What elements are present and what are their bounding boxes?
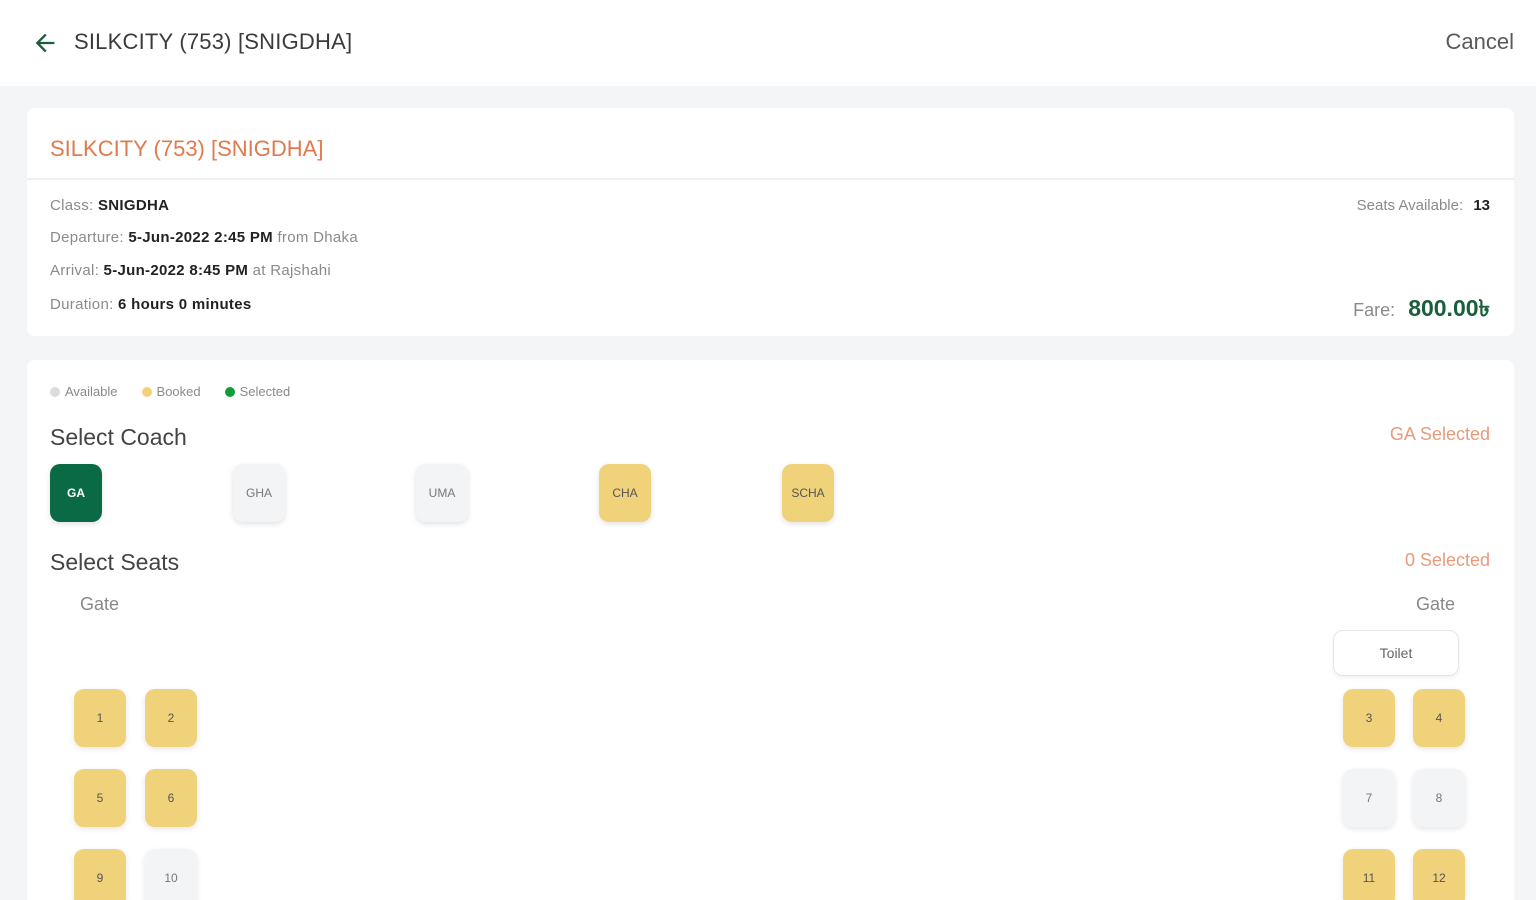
select-seats-title: Select Seats [50, 549, 180, 575]
arrival-suffix: at Rajshahi [252, 262, 332, 279]
booked-dot-icon [141, 386, 152, 397]
cancel-button[interactable]: Cancel [1446, 29, 1514, 55]
duration-row: Duration: 6 hours 0 minutes [50, 296, 252, 313]
arrival-label: Arrival: [50, 262, 100, 279]
legend-available-label: Available [65, 384, 118, 399]
class-value: SNIGDHA [97, 197, 170, 214]
seat-6[interactable]: 6 [145, 769, 197, 827]
page-title: SILKCITY (753) [SNIGDHA] [74, 29, 353, 54]
toilet-label: Toilet [1333, 630, 1459, 676]
departure-suffix: from Dhaka [277, 229, 358, 246]
class-label: Class: [50, 197, 94, 214]
duration-value: 6 hours 0 minutes [118, 296, 252, 313]
coach-selected-text: GA Selected [1389, 424, 1490, 444]
seat-3[interactable]: 3 [1343, 689, 1395, 747]
seat-12[interactable]: 12 [1413, 849, 1465, 900]
train-name: SILKCITY (753) [SNIGDHA] [27, 108, 1514, 180]
legend-available: Available [50, 384, 118, 399]
departure-value: 5-Jun-2022 2:45 PM [128, 229, 273, 246]
coach-button-gha[interactable]: GHA [233, 464, 285, 522]
fare-label: Fare: [1353, 300, 1396, 320]
arrival-value: 5-Jun-2022 8:45 PM [103, 262, 249, 279]
fare: Fare: 800.00৳ [1353, 290, 1490, 329]
fare-value: 800.00৳ [1408, 295, 1490, 321]
seats-selected-text: 0 Selected [1404, 550, 1490, 570]
back-button[interactable] [28, 26, 62, 60]
seat-4[interactable]: 4 [1413, 689, 1465, 747]
legend-selected-label: Selected [239, 384, 291, 399]
coach-button-uma[interactable]: UMA [416, 464, 468, 522]
arrival-row: Arrival: 5-Jun-2022 8:45 PM at Rajshahi [50, 262, 331, 279]
departure-label: Departure: [50, 229, 124, 246]
legend-booked-label: Booked [156, 384, 201, 399]
departure-row: Departure: 5-Jun-2022 2:45 PM from Dhaka [50, 229, 358, 246]
legend-booked: Booked [141, 384, 201, 399]
selected-dot-icon [224, 386, 235, 397]
seat-selection-card: Available Booked Selected Select Coach G… [27, 360, 1514, 900]
seats-available: Seats Available: 13 [1357, 197, 1490, 214]
available-dot-icon [50, 386, 60, 397]
duration-label: Duration: [50, 296, 114, 313]
seats-available-label: Seats Available: [1356, 197, 1464, 214]
coach-button-cha[interactable]: CHA [599, 464, 651, 522]
seat-2[interactable]: 2 [145, 689, 197, 747]
class-row: Class: SNIGDHA [50, 197, 169, 214]
legend-selected: Selected [224, 384, 291, 399]
top-app-bar: SILKCITY (753) [SNIGDHA] Cancel [0, 0, 1536, 86]
seat-11[interactable]: 11 [1343, 849, 1395, 900]
seat-9[interactable]: 9 [74, 849, 126, 900]
seat-1[interactable]: 1 [74, 689, 126, 747]
seat-10[interactable]: 10 [145, 849, 197, 900]
seats-available-value: 13 [1473, 197, 1490, 214]
coach-button-scha[interactable]: SCHA [782, 464, 834, 522]
coach-button-ga[interactable]: GA [50, 464, 102, 522]
seat-7[interactable]: 7 [1343, 769, 1395, 827]
seat-5[interactable]: 5 [74, 769, 126, 827]
select-coach-title: Select Coach [50, 424, 187, 450]
seat-8[interactable]: 8 [1413, 769, 1465, 827]
gate-right-label: Gate [1416, 594, 1456, 614]
arrow-left-icon [35, 33, 55, 53]
trip-info-card: SILKCITY (753) [SNIGDHA] Class: SNIGDHA … [27, 108, 1514, 336]
gate-left-label: Gate [80, 594, 120, 614]
seat-legend: Available Booked Selected [50, 384, 290, 399]
